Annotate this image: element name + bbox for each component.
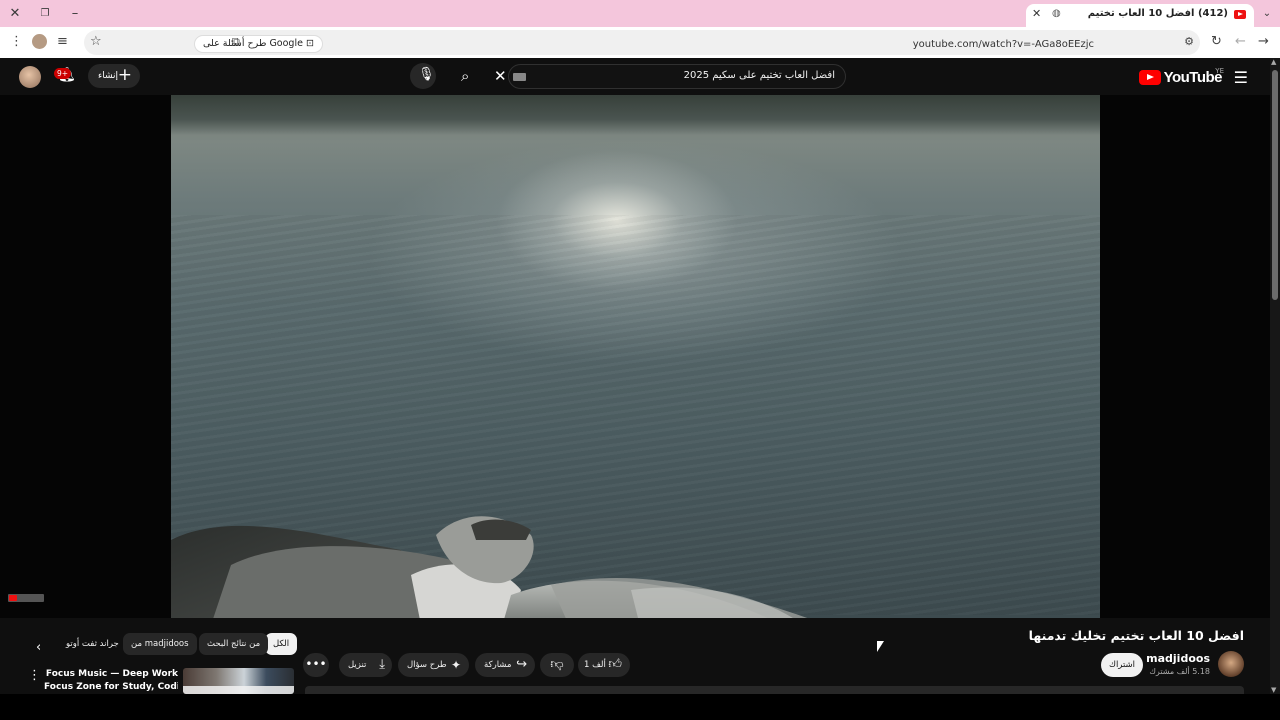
video-frame-shoreline bbox=[171, 95, 1100, 135]
more-horizontal-icon: ••• bbox=[305, 657, 327, 671]
subscribe-button[interactable]: اشتراك bbox=[1101, 653, 1143, 677]
browser-menu-icon[interactable]: ⋮ bbox=[10, 34, 23, 50]
youtube-logo[interactable]: YouTube bbox=[1138, 67, 1223, 87]
tab-title: (412) افضل 10 العاب تختيم bbox=[1087, 8, 1228, 19]
video-frame-bird bbox=[171, 516, 808, 618]
channel-subscriber-count: 5.18 ألف مشترك bbox=[1149, 667, 1210, 676]
guide-menu-icon[interactable]: ☰ bbox=[1234, 68, 1248, 87]
media-controls-icon[interactable]: ≡ bbox=[57, 34, 68, 50]
dislike-button[interactable]: 👎︎ bbox=[540, 653, 574, 677]
back-icon[interactable]: → bbox=[1258, 34, 1269, 50]
create-button[interactable]: إنشاء + bbox=[88, 64, 140, 88]
bottom-black-bar bbox=[0, 694, 1280, 720]
video-title: افضل 10 العاب تختيم تخليك تدمنها bbox=[1028, 628, 1244, 643]
chip-gta[interactable]: جراند ثفت أوتو bbox=[58, 633, 127, 655]
more-actions-button[interactable]: ••• bbox=[303, 653, 329, 677]
download-label: تنزيل bbox=[348, 660, 367, 670]
like-count: 1 ألف bbox=[584, 660, 606, 670]
youtube-logo-text: YouTube bbox=[1163, 68, 1223, 86]
video-player[interactable] bbox=[171, 95, 1100, 618]
chevron-left-icon[interactable]: ‹ bbox=[36, 640, 41, 655]
chip-from-search[interactable]: من نتائج البحث bbox=[199, 633, 269, 655]
voice-search-button[interactable]: 🎙︎ bbox=[410, 63, 436, 89]
omnibox[interactable]: ☆ طرح أسئلة على Google ⊡ ⧉ youtube.com/w… bbox=[84, 30, 1200, 55]
thumbs-up-icon: 👍︎ bbox=[608, 657, 622, 672]
tab-audio-icon[interactable]: ◍ bbox=[1052, 8, 1061, 19]
scroll-down-arrow-icon[interactable]: ▼ bbox=[1271, 686, 1276, 694]
mouse-cursor bbox=[877, 641, 884, 652]
clear-search-icon[interactable]: ✕ bbox=[494, 67, 507, 85]
browser-tab-youtube[interactable]: (412) افضل 10 العاب تختيم ◍ ✕ bbox=[1026, 4, 1254, 27]
recommendation-thumbnail[interactable] bbox=[183, 668, 294, 694]
url-text[interactable]: youtube.com/watch?v=-AGa8oEEzjc bbox=[913, 39, 1094, 50]
restore-window-icon[interactable]: ❐ bbox=[36, 5, 54, 23]
install-app-icon[interactable]: ⧉ bbox=[232, 34, 240, 50]
download-icon: ⤓ bbox=[379, 657, 385, 672]
scrollbar-thumb[interactable] bbox=[1272, 70, 1278, 300]
browser-tab-strip: ✕ ❐ – ⌄ + (412) افضل 10 العاب تختيم ◍ ✕ bbox=[0, 0, 1280, 27]
reload-icon[interactable]: ↻ bbox=[1211, 34, 1222, 50]
search-query-text[interactable]: افضل العاب تختيم على سكيم 2025 bbox=[684, 70, 835, 81]
scroll-up-arrow-icon[interactable]: ▲ bbox=[1271, 58, 1276, 66]
close-window-icon[interactable]: ✕ bbox=[6, 5, 24, 23]
recommendation-title[interactable]: Focus Music — Deep Work Focus Zone for S… bbox=[44, 668, 178, 694]
like-button[interactable]: 👍︎ 1 ألف bbox=[578, 653, 630, 677]
site-settings-icon[interactable]: ⚙ bbox=[1184, 34, 1194, 50]
keyboard-icon[interactable] bbox=[513, 73, 526, 81]
forward-icon[interactable]: ← bbox=[1235, 34, 1246, 50]
ask-google-chip[interactable]: طرح أسئلة على Google ⊡ bbox=[194, 35, 323, 53]
youtube-favicon-icon bbox=[1234, 10, 1246, 19]
create-label: إنشاء bbox=[98, 71, 119, 81]
plus-icon: + bbox=[117, 65, 132, 85]
chip-all[interactable]: الكل bbox=[265, 633, 298, 655]
bookmark-star-icon[interactable]: ☆ bbox=[90, 34, 102, 50]
microphone-icon: 🎙︎ bbox=[418, 67, 435, 82]
search-input[interactable]: افضل العاب تختيم على سكيم 2025 bbox=[508, 64, 846, 89]
player-letterbox-right bbox=[1100, 95, 1270, 618]
browser-toolbar: ⋮ ≡ ☆ طرح أسئلة على Google ⊡ ⧉ youtube.c… bbox=[0, 27, 1280, 58]
browser-profile-avatar[interactable] bbox=[32, 34, 47, 49]
ask-button[interactable]: ✦ طرح سؤال bbox=[398, 653, 469, 677]
description-box[interactable] bbox=[305, 686, 1244, 694]
recommendation-menu-icon[interactable]: ⋮ bbox=[28, 668, 41, 683]
tab-search-chevron-icon[interactable]: ⌄ bbox=[1258, 5, 1276, 23]
minimize-window-icon[interactable]: – bbox=[66, 5, 84, 23]
youtube-watermark-icon bbox=[8, 594, 44, 602]
search-icon[interactable]: ⌕ bbox=[461, 67, 469, 85]
chip-from-channel[interactable]: من madjidoos bbox=[123, 633, 197, 655]
player-letterbox-left bbox=[0, 95, 171, 618]
notification-count-badge: 9+ bbox=[54, 68, 72, 79]
thumbs-down-icon: 👎︎ bbox=[550, 657, 564, 672]
country-code: YE bbox=[1215, 67, 1224, 75]
account-avatar[interactable] bbox=[19, 66, 41, 88]
page-scrollbar[interactable]: ▲ ▼ bbox=[1270, 58, 1280, 694]
sparkle-icon: ✦ bbox=[450, 658, 461, 672]
share-icon: ↪ bbox=[516, 657, 527, 672]
youtube-play-icon bbox=[1138, 69, 1161, 85]
share-label: مشاركة bbox=[484, 660, 512, 670]
download-button[interactable]: ⤓ تنزيل bbox=[339, 653, 392, 677]
ask-label: طرح سؤال bbox=[407, 660, 447, 670]
channel-name[interactable]: madjidoos bbox=[1146, 652, 1210, 665]
tab-close-icon[interactable]: ✕ bbox=[1032, 7, 1041, 20]
youtube-masthead: ☰ YouTube YE افضل العاب تختيم على سكيم 2… bbox=[0, 58, 1270, 95]
share-button[interactable]: ↪ مشاركة bbox=[475, 653, 535, 677]
channel-avatar[interactable] bbox=[1218, 651, 1244, 677]
